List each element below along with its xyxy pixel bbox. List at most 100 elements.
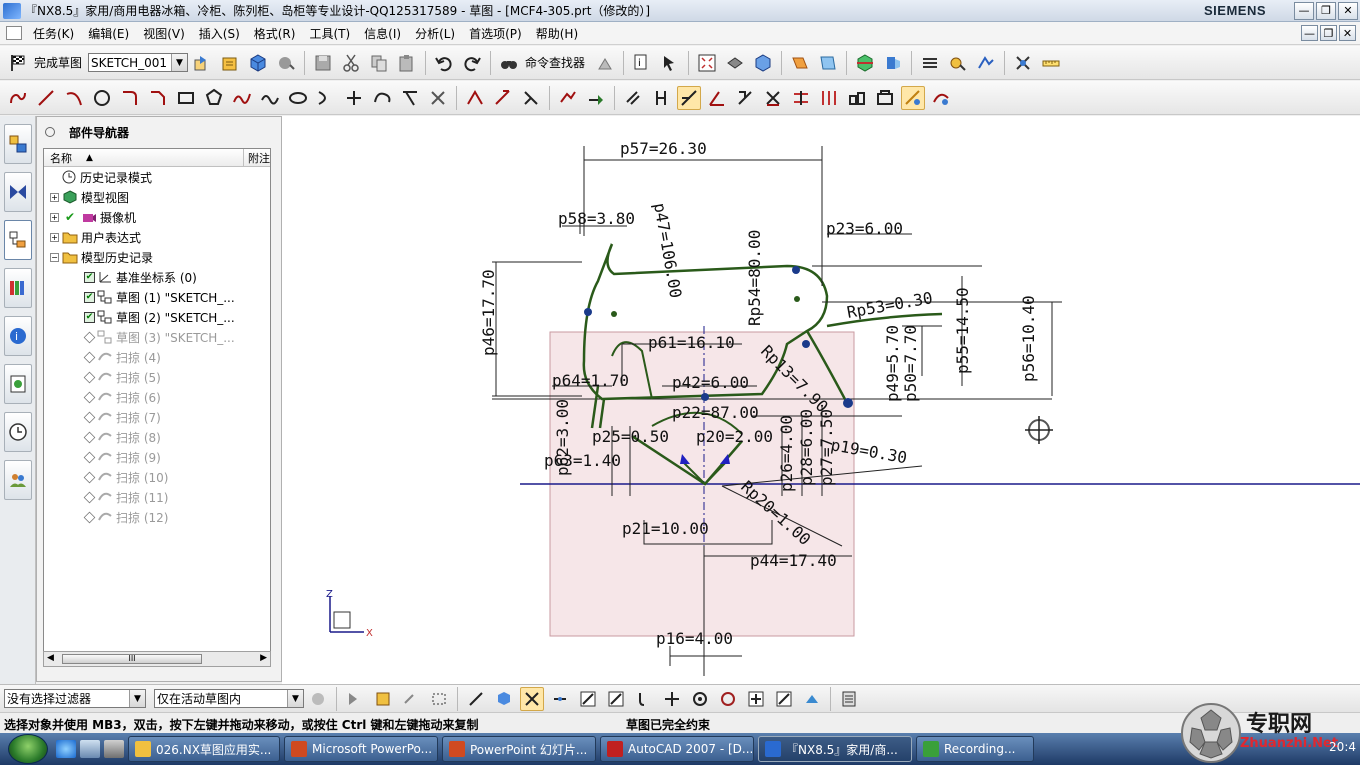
menu-help[interactable]: 帮助(H) [529, 25, 585, 42]
conic-icon[interactable] [314, 86, 338, 110]
show-desktop-icon[interactable] [80, 740, 100, 758]
sketch-point[interactable] [794, 296, 800, 302]
render-style-icon[interactable] [723, 51, 747, 75]
ellipse-icon[interactable] [286, 86, 310, 110]
reattach-icon[interactable] [218, 51, 242, 75]
show-constraints-icon[interactable] [817, 86, 841, 110]
chamfer-icon[interactable] [146, 86, 170, 110]
sketch-drawing[interactable]: p57=26.30 p58=3.80 p47=106.00 Rp54=80.00… [282, 116, 1360, 684]
finish-flag-icon[interactable] [6, 51, 30, 75]
perpendicular-icon[interactable] [733, 86, 757, 110]
orient-icon[interactable] [816, 51, 840, 75]
mdi-minimize-button[interactable]: — [1301, 25, 1318, 41]
snap-quadrant-icon[interactable] [716, 687, 740, 711]
horizontal-constraint-icon[interactable] [621, 86, 645, 110]
media-player-icon[interactable] [104, 740, 124, 758]
dimension-p42[interactable]: p42=6.00 [672, 373, 749, 392]
tree-node-datum-csys[interactable]: ✔ 基准坐标系 (0) [44, 267, 270, 287]
snap-tangent-icon[interactable] [632, 687, 656, 711]
tree-node-sweep[interactable]: 扫掠 (10) [44, 467, 270, 487]
tree-node-sweep[interactable]: 扫掠 (7) [44, 407, 270, 427]
tree-node-sweep[interactable]: 扫掠 (12) [44, 507, 270, 527]
info-window-icon[interactable]: i [630, 51, 654, 75]
pin-icon[interactable] [45, 127, 55, 137]
quick-extend-icon[interactable] [491, 86, 515, 110]
reuse-library-icon[interactable] [4, 268, 32, 308]
selection-list-icon[interactable] [837, 687, 861, 711]
tree-node-sweep[interactable]: 扫掠 (8) [44, 427, 270, 447]
history-clock-icon[interactable] [4, 412, 32, 452]
touch-icon[interactable] [593, 51, 617, 75]
scroll-thumb[interactable]: III [62, 654, 202, 664]
menu-info[interactable]: 信息(I) [357, 25, 408, 42]
dimension-p63[interactable]: p63=1.40 [544, 451, 621, 470]
restore-button[interactable]: ❐ [1316, 1, 1336, 20]
minimize-button[interactable]: — [1294, 1, 1314, 20]
snap-endpoint-icon[interactable] [464, 687, 488, 711]
task-powerpoint[interactable]: Microsoft PowerPo... [284, 736, 438, 762]
visibility-checkbox[interactable]: ✔ [84, 291, 95, 303]
tree-node-history-mode[interactable]: 历史记录模式 [44, 167, 270, 187]
snap-line-icon[interactable] [576, 687, 600, 711]
binoculars-icon[interactable] [497, 51, 521, 75]
section-icon[interactable] [853, 51, 877, 75]
menu-edit[interactable]: 编辑(E) [81, 25, 136, 42]
dimension-p27[interactable]: p27=7.50 [817, 409, 836, 486]
angle-constraint-icon[interactable] [705, 86, 729, 110]
scroll-right-icon[interactable]: ▶ [260, 653, 267, 663]
dimension-p22[interactable]: p22=87.00 [672, 403, 759, 422]
tree-node-sketch-1[interactable]: ✔ 草图 (1) "SKETCH_... [44, 287, 270, 307]
collapse-icon[interactable]: − [50, 252, 59, 262]
history-palette-icon[interactable] [4, 364, 32, 404]
finish-sketch-label[interactable]: 完成草图 [34, 54, 82, 71]
undo-icon[interactable] [432, 51, 456, 75]
point-icon[interactable] [342, 86, 366, 110]
studio-spline-icon[interactable] [258, 86, 282, 110]
tree-node-model-views[interactable]: + 模型视图 [44, 187, 270, 207]
animate-dimension-icon[interactable] [929, 86, 953, 110]
select-rect-icon[interactable] [427, 687, 451, 711]
menu-format[interactable]: 格式(R) [247, 25, 303, 42]
delete-constraint-icon[interactable] [761, 86, 785, 110]
fit-view-icon[interactable] [695, 51, 719, 75]
snap-bounded-grid-icon[interactable] [800, 687, 824, 711]
part-navigator-icon[interactable] [4, 220, 32, 260]
snap-arc-center-icon[interactable] [688, 687, 712, 711]
selection-icon[interactable] [658, 51, 682, 75]
snap-point-on-curve-icon[interactable] [520, 686, 544, 711]
circle-icon[interactable] [90, 86, 114, 110]
measure-icon[interactable] [1039, 51, 1063, 75]
vertical-constraint-icon[interactable] [649, 86, 673, 110]
visibility-checkbox[interactable]: ✔ [84, 271, 95, 283]
column-name[interactable]: 名称 ▲ [44, 149, 244, 166]
save-icon[interactable] [311, 51, 335, 75]
menu-insert[interactable]: 插入(S) [192, 25, 247, 42]
paste-icon[interactable] [395, 51, 419, 75]
line-icon[interactable] [34, 86, 58, 110]
perspective-icon[interactable] [881, 51, 905, 75]
shaded-cube-icon[interactable] [751, 51, 775, 75]
tree-node-model-history[interactable]: − 模型历史记录 [44, 247, 270, 267]
dimension-p16[interactable]: p16=4.00 [656, 629, 733, 648]
orient-view-icon[interactable] [190, 51, 214, 75]
mirror-curve-icon[interactable] [426, 86, 450, 110]
fillet-icon[interactable] [118, 86, 142, 110]
dimension-p56[interactable]: p56=10.40 [1019, 295, 1038, 382]
dimension-p46[interactable]: p46=17.70 [479, 269, 498, 356]
dimension-p20[interactable]: p20=2.00 [696, 427, 773, 446]
rectangle-icon[interactable] [174, 86, 198, 110]
tree-node-sketch-3[interactable]: 草图 (3) "SKETCH_... [44, 327, 270, 347]
dimension-p61[interactable]: p61=16.10 [648, 333, 735, 352]
update-model-icon[interactable] [274, 51, 298, 75]
snap-line-alt-icon[interactable] [604, 687, 628, 711]
dimension-p47[interactable]: p47=106.00 [650, 201, 685, 299]
menu-tools[interactable]: 工具(T) [302, 25, 357, 42]
constraint-navigator-icon[interactable] [4, 172, 32, 212]
dimension-p26[interactable]: p26=4.00 [777, 415, 796, 492]
assembly-navigator-icon[interactable] [4, 124, 32, 164]
tree-node-sketch-2[interactable]: ✔ 草图 (2) "SKETCH_... [44, 307, 270, 327]
snap-point-icon[interactable] [1011, 51, 1035, 75]
scroll-left-icon[interactable]: ◀ [47, 653, 54, 663]
tree-node-cameras[interactable]: + ✔ 摄像机 [44, 207, 270, 227]
scope-filter-select[interactable]: 仅在活动草图内 ▼ [154, 689, 304, 708]
